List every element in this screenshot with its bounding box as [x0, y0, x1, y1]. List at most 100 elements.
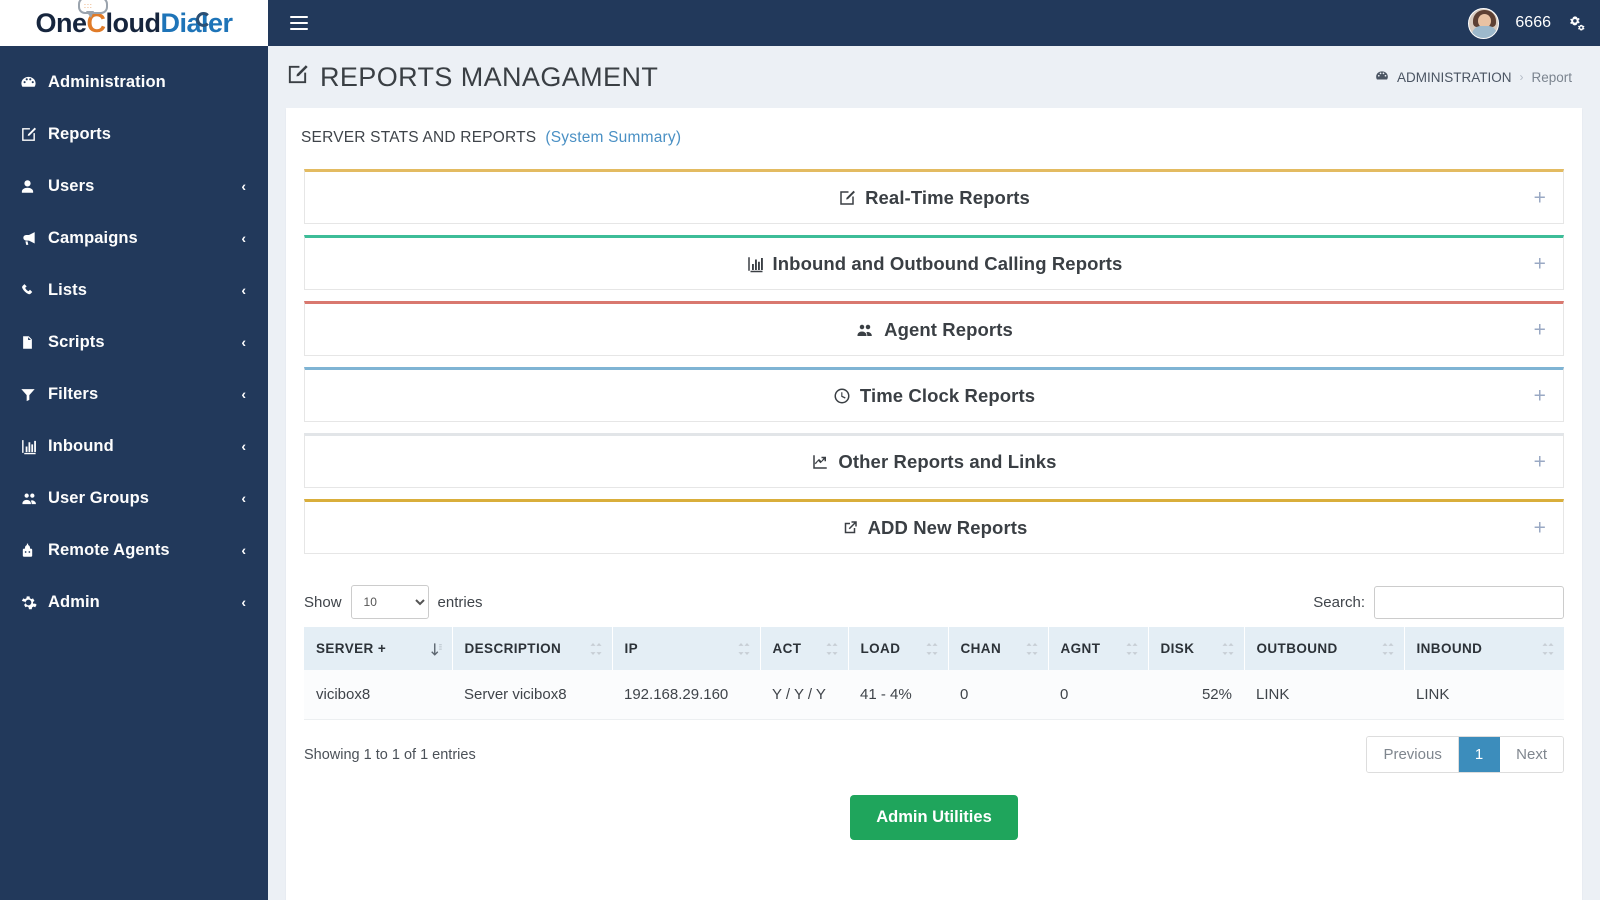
- chevron-left-icon: ‹: [241, 542, 246, 558]
- sidebar-item-label: Admin: [48, 592, 100, 611]
- accordion-header[interactable]: ADD New Reports +: [305, 502, 1563, 553]
- sidebar-item-user-groups[interactable]: User Groups ‹: [0, 472, 268, 524]
- column-header-disk[interactable]: DISK: [1148, 627, 1245, 670]
- accordion-label: Inbound and Outbound Calling Reports: [772, 252, 1123, 274]
- sidebar-item-reports[interactable]: Reports: [0, 108, 268, 160]
- column-header-chan[interactable]: CHAN: [948, 627, 1049, 670]
- avatar[interactable]: [1468, 7, 1500, 39]
- accordion-item-add-new-reports[interactable]: ADD New Reports +: [304, 499, 1564, 554]
- accordion-label: Time Clock Reports: [859, 384, 1036, 406]
- logo-text-one: One: [35, 7, 87, 38]
- sort-none-icon[interactable]: [1542, 642, 1554, 656]
- cell-outbound-link[interactable]: LINK: [1244, 670, 1404, 720]
- sort-none-icon[interactable]: [1221, 642, 1234, 656]
- accordion-item-other-reports-and-links[interactable]: Other Reports and Links +: [304, 433, 1564, 488]
- expand-plus-icon[interactable]: +: [1534, 517, 1546, 538]
- column-header-inbound[interactable]: INBOUND: [1404, 627, 1564, 670]
- show-entries-control: Show 10 25 50 100 entries: [304, 585, 483, 619]
- users-group-icon: [855, 321, 875, 339]
- table-header: SERVER + DESCRIPTION IP ACT LOAD CHAN AG…: [304, 627, 1564, 670]
- column-header-act[interactable]: ACT: [760, 627, 849, 670]
- cell-description: Server vicibox8: [452, 670, 612, 720]
- column-header-agnt[interactable]: AGNT: [1048, 627, 1149, 670]
- accordion-item-time-clock-reports[interactable]: Time Clock Reports +: [304, 367, 1564, 422]
- accordion-label: Other Reports and Links: [838, 450, 1057, 472]
- chevron-left-icon: ‹: [241, 178, 246, 194]
- sort-asc-icon[interactable]: [430, 642, 442, 656]
- accordion-item-real-time-reports[interactable]: Real-Time Reports +: [304, 169, 1564, 224]
- panel-title: SERVER STATS AND REPORTS (System Summary…: [286, 129, 1582, 147]
- sidebar-item-label: Filters: [48, 384, 99, 403]
- server-stats-table: SERVER + DESCRIPTION IP ACT LOAD CHAN AG…: [304, 627, 1564, 720]
- panel-title-text: SERVER STATS AND REPORTS: [301, 129, 537, 146]
- sort-none-icon[interactable]: [825, 642, 838, 656]
- bar-chart-icon: [746, 255, 764, 273]
- app-root: OneCloudDialer ::: Administration Report…: [0, 0, 1600, 900]
- table-footer: Showing 1 to 1 of 1 entries Previous 1 N…: [304, 720, 1564, 773]
- accordion-header[interactable]: Inbound and Outbound Calling Reports +: [305, 238, 1563, 289]
- pagination-page-1[interactable]: 1: [1458, 737, 1501, 772]
- showing-entries-label: Showing 1 to 1 of 1 entries: [304, 746, 476, 763]
- hamburger-icon[interactable]: [290, 13, 308, 34]
- accordion-label: ADD New Reports: [867, 516, 1028, 538]
- sidebar-item-administration[interactable]: Administration: [0, 56, 268, 108]
- sort-none-icon[interactable]: [737, 642, 750, 656]
- chevron-left-icon: ‹: [241, 438, 246, 454]
- pagination-previous[interactable]: Previous: [1367, 737, 1459, 772]
- accordion-item-agent-reports[interactable]: Agent Reports +: [304, 301, 1564, 356]
- expand-plus-icon[interactable]: +: [1534, 451, 1546, 472]
- filter-icon: [20, 386, 48, 403]
- edit-square-icon: [286, 62, 309, 93]
- column-header-load[interactable]: LOAD: [848, 627, 949, 670]
- sidebar-item-lists[interactable]: Lists ‹: [0, 264, 268, 316]
- gears-icon[interactable]: [1567, 14, 1586, 33]
- search-input[interactable]: [1374, 585, 1564, 619]
- column-header-server[interactable]: SERVER +: [304, 627, 453, 670]
- sidebar-item-campaigns[interactable]: Campaigns ‹: [0, 212, 268, 264]
- system-summary-link[interactable]: (System Summary): [545, 129, 681, 146]
- sidebar-item-admin[interactable]: Admin ‹: [0, 576, 268, 628]
- table-row[interactable]: vicibox8 Server vicibox8 192.168.29.160 …: [304, 670, 1564, 720]
- expand-plus-icon[interactable]: +: [1534, 319, 1546, 340]
- sidebar-item-remote-agents[interactable]: Remote Agents ‹: [0, 524, 268, 576]
- sidebar: OneCloudDialer ::: Administration Report…: [0, 0, 268, 900]
- content-header: REPORTS MANAGAMENT ADMINISTRATION › Repo…: [268, 46, 1600, 108]
- chevron-left-icon: ‹: [241, 282, 246, 298]
- cell-inbound-link[interactable]: LINK: [1404, 670, 1564, 720]
- column-header-description[interactable]: DESCRIPTION: [452, 627, 613, 670]
- entries-select[interactable]: 10 25 50 100: [350, 585, 429, 619]
- sort-none-icon[interactable]: [1025, 642, 1038, 656]
- show-label: Show: [304, 593, 342, 611]
- sidebar-nav: Administration Reports Users ‹ Campaigns…: [0, 46, 268, 900]
- admin-utilities-button[interactable]: Admin Utilities: [850, 795, 1018, 840]
- pagination-next[interactable]: Next: [1500, 737, 1563, 772]
- column-header-outbound[interactable]: OUTBOUND: [1244, 627, 1405, 670]
- sort-none-icon[interactable]: [589, 642, 602, 656]
- expand-plus-icon[interactable]: +: [1534, 253, 1546, 274]
- sort-none-icon[interactable]: [925, 642, 938, 656]
- headset-icon: [196, 12, 211, 27]
- logo[interactable]: OneCloudDialer :::: [0, 0, 268, 46]
- sort-none-icon[interactable]: [1125, 642, 1138, 656]
- admin-utilities-row: Admin Utilities: [304, 773, 1564, 860]
- sidebar-item-users[interactable]: Users ‹: [0, 160, 268, 212]
- chevron-left-icon: ‹: [241, 594, 246, 610]
- chevron-left-icon: ‹: [241, 334, 246, 350]
- page-title: REPORTS MANAGAMENT: [286, 62, 658, 93]
- sort-none-icon[interactable]: [1381, 642, 1394, 656]
- sidebar-item-scripts[interactable]: Scripts ‹: [0, 316, 268, 368]
- accordion-header[interactable]: Real-Time Reports +: [305, 172, 1563, 223]
- column-header-ip[interactable]: IP: [612, 627, 761, 670]
- expand-plus-icon[interactable]: +: [1534, 187, 1546, 208]
- accordion-header[interactable]: Other Reports and Links +: [305, 436, 1563, 487]
- sidebar-item-filters[interactable]: Filters ‹: [0, 368, 268, 420]
- robot-icon: [20, 542, 48, 559]
- username-label: 6666: [1515, 14, 1551, 31]
- accordion-header[interactable]: Agent Reports +: [305, 304, 1563, 355]
- expand-plus-icon[interactable]: +: [1534, 385, 1546, 406]
- breadcrumb-root[interactable]: ADMINISTRATION: [1397, 70, 1512, 85]
- accordion-item-inbound-outbound-calling-reports[interactable]: Inbound and Outbound Calling Reports +: [304, 235, 1564, 290]
- accordion-header[interactable]: Time Clock Reports +: [305, 370, 1563, 421]
- sidebar-item-inbound[interactable]: Inbound ‹: [0, 420, 268, 472]
- reports-accordion: Real-Time Reports + Inbound and Outbound…: [286, 169, 1582, 554]
